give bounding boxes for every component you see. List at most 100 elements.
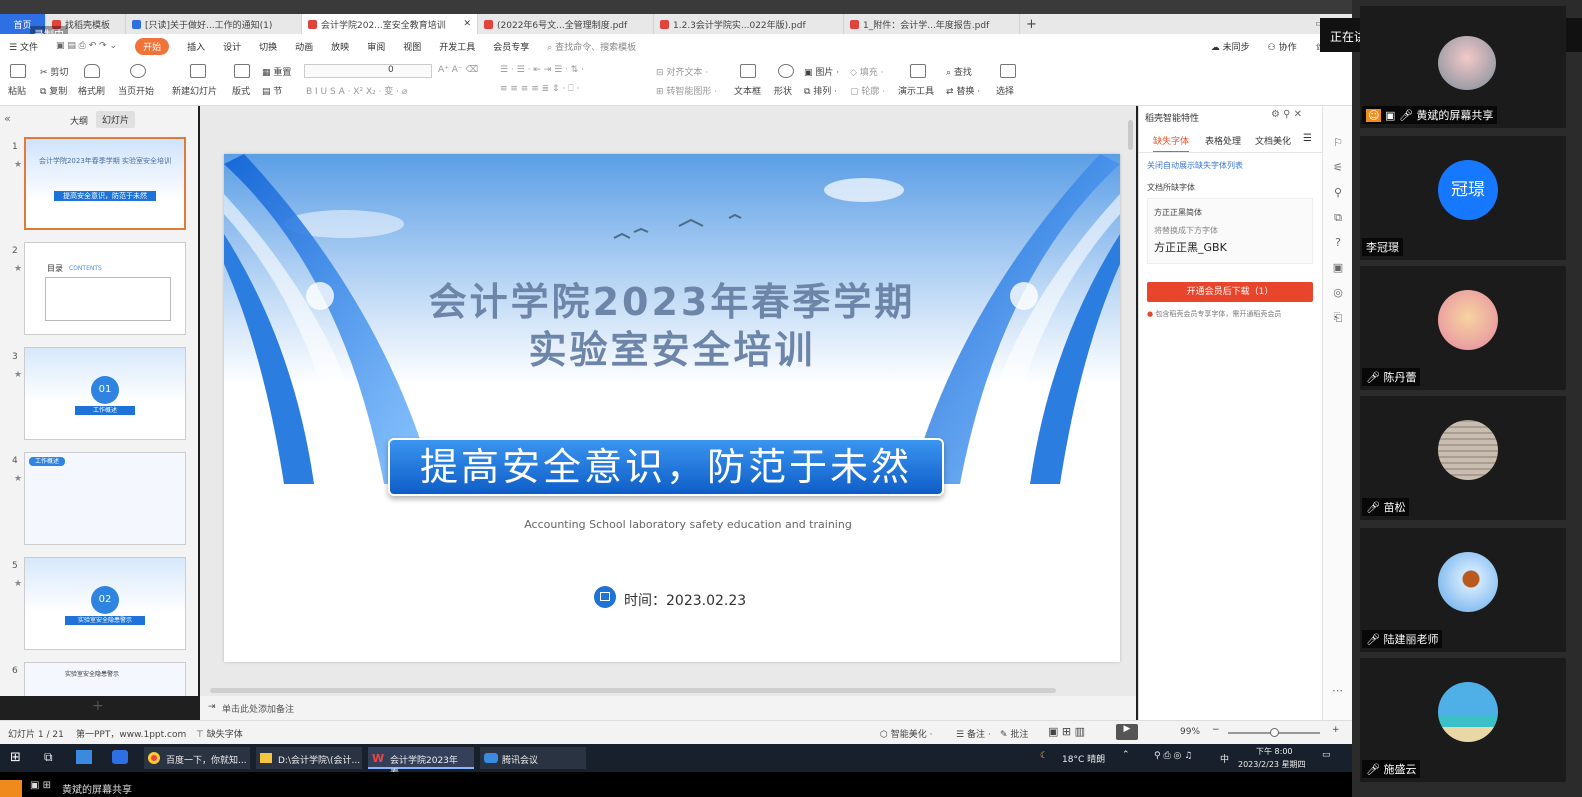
zoom-in-icon[interactable]: + [1332, 725, 1340, 735]
smart-beautify-button[interactable]: ⬡ 智能美化 · [880, 727, 932, 740]
slide-date[interactable]: 时间：2023.02.23 [624, 590, 746, 610]
menu-animation[interactable]: 动画 [295, 40, 313, 53]
tab-document-beautify[interactable]: 文档美化 [1255, 134, 1291, 147]
feishu-icon[interactable] [112, 750, 128, 764]
font-name-input[interactable] [304, 64, 432, 78]
play-slideshow-icon[interactable]: ▶ [1116, 724, 1138, 740]
cut-button[interactable]: ✂ 剪切 [40, 65, 68, 78]
hamburger-icon[interactable]: ☰ 文件 [9, 40, 38, 53]
list-icons[interactable]: ☰ · ☰ · ⇤ ⇥ ☰ · ⇅ · [500, 65, 584, 75]
tab-outline[interactable]: 大纲 [70, 114, 88, 127]
zoom-level[interactable]: 99% [1180, 727, 1200, 737]
clock-date[interactable]: 2023/2/23 星期四 [1238, 759, 1306, 770]
paragraph-align-icons[interactable]: ≡ ≡ ≡ ≡ ≣ ⇕ · ⎕ · [500, 84, 579, 94]
menu-view[interactable]: 视图 [403, 40, 421, 53]
align-text-button[interactable]: ⊟ 对齐文本 · [656, 65, 708, 78]
play-from-current-button[interactable]: 当页开始 [118, 84, 154, 97]
textbox-button[interactable]: 文本框 [734, 84, 761, 97]
taskbar-app-chrome[interactable]: 百度一下，你就知... [144, 747, 250, 769]
task-view-icon[interactable]: ⧉ [44, 750, 53, 765]
tab-notice-doc[interactable]: [只读]关于做好...工作的通知(1) [126, 14, 302, 34]
present-tools-button[interactable]: 演示工具 [898, 84, 934, 97]
thumbnail-slide-4[interactable]: 工作概述 [24, 452, 186, 545]
layout-button[interactable]: 版式 [232, 84, 250, 97]
format-painter-label[interactable]: 格式刷 [78, 84, 105, 97]
side-tool-icons[interactable]: ⚐ ⚟ ⚲ ⧉? ▣ ◎ ⎗ [1331, 130, 1345, 330]
thumbnail-slide-6[interactable]: 实验室安全隐患警示 [24, 662, 186, 696]
picture-button[interactable]: ▣ 图片 · [804, 65, 839, 78]
taskbar-app-folder[interactable]: D:\会计学院\(会计... [256, 747, 362, 769]
quick-access-icons[interactable]: ▣ ▤ ⎙ ↶ ↷ ⌄ [56, 41, 117, 51]
tab-pdf-management[interactable]: (2022年6号文...全管理制度.pdf [478, 14, 654, 34]
section-button[interactable]: ▤ 节 [262, 84, 282, 97]
collaborate-button[interactable]: ⚇ 协作 [1268, 40, 1297, 53]
menu-design[interactable]: 设计 [223, 40, 241, 53]
thumbnail-slide-3[interactable]: 01 工作概述 [24, 347, 186, 440]
panel-menu-icon[interactable]: ☰ [1303, 133, 1312, 144]
smartart-button[interactable]: ⊞ 转智能图形 · [656, 84, 717, 97]
member-download-button[interactable]: 开通会员后下载（1） [1147, 282, 1313, 302]
auto-show-toggle-link[interactable]: 关闭自动展示缺失字体列表 [1147, 160, 1243, 171]
font-size-adjust-icons[interactable]: A⁺ A⁻ ⌫ [438, 65, 478, 75]
thumbnail-slide-1[interactable]: 会计学院2023年春季学期 实验室安全培训 提高安全意识，防范于未然 [24, 137, 186, 230]
replace-button[interactable]: ⇄ 替换 · [946, 84, 980, 97]
taskbar-app-wps[interactable]: W会计学院2023年春... [368, 747, 474, 779]
select-cursor-icon[interactable] [1000, 64, 1016, 78]
slide-title[interactable]: 会计学院2023年春季学期 实验室安全培训 [224, 278, 1120, 374]
reset-button[interactable]: ▦ 重置 [262, 65, 291, 78]
weather-widget[interactable]: 18°C 晴朗 [1062, 752, 1105, 765]
outline-button[interactable]: ▢ 轮廓 · [850, 84, 885, 97]
tray-icons[interactable]: ⚲ ⎙ ◎ ♫ [1154, 751, 1192, 761]
panel-controls-icons[interactable]: ⚙ ⚲ ✕ [1271, 109, 1302, 120]
collapse-panel-icon[interactable]: « [4, 112, 11, 125]
view-mode-icons[interactable]: ▣ ⊞ ▥ [1048, 725, 1085, 738]
menu-slideshow[interactable]: 放映 [331, 40, 349, 53]
panel-title[interactable]: 稻壳智能特性 [1145, 111, 1199, 124]
share-controls-icons[interactable]: ▣ ⊞ [30, 780, 51, 791]
windows-start-icon[interactable]: ⊞ [10, 750, 21, 765]
zoom-out-icon[interactable]: − [1212, 725, 1220, 735]
ime-indicator[interactable]: 中 [1220, 752, 1229, 765]
thumbnail-slide-2[interactable]: 目录 CONTENTS [24, 242, 186, 335]
present-tools-icon[interactable] [910, 64, 926, 78]
shape-button[interactable]: 形状 [774, 84, 792, 97]
new-tab-button[interactable]: + [1020, 14, 1043, 34]
menu-transition[interactable]: 切换 [259, 40, 277, 53]
notification-icon[interactable]: ▭ [1322, 750, 1331, 760]
vertical-scrollbar[interactable] [1128, 120, 1133, 150]
paste-icon[interactable] [10, 64, 26, 78]
zoom-slider-thumb[interactable] [1270, 728, 1279, 737]
add-slide-button[interactable]: + [92, 698, 104, 714]
notes-area[interactable]: ⇥ 单击此处添加备注 [200, 696, 1136, 720]
thumbnail-slide-5[interactable]: 02 实验室安全隐患警示 [24, 557, 186, 650]
more-tools-icon[interactable]: ⋯ [1332, 684, 1343, 697]
slogan-banner[interactable]: 提高安全意识，防范于未然 [388, 438, 944, 496]
close-tab-icon[interactable]: ✕ [463, 19, 471, 29]
copy-button[interactable]: ⧉ 复制 [40, 84, 67, 97]
tab-missing-fonts[interactable]: 缺失字体 [1153, 134, 1190, 153]
tab-table-processing[interactable]: 表格处理 [1205, 134, 1241, 147]
tray-expand-icon[interactable]: ⌃ [1122, 750, 1130, 760]
clock-time[interactable]: 下午 8:00 [1256, 746, 1293, 757]
menu-start[interactable]: 开始 [135, 37, 170, 55]
layout-icon[interactable] [234, 64, 250, 78]
font-size-input[interactable]: 0 [388, 65, 394, 75]
taskbar-app-meeting[interactable]: 腾讯会议 [480, 747, 586, 769]
horizontal-scrollbar[interactable] [210, 688, 1056, 693]
missing-font-status[interactable]: ⊤ 缺失字体 [196, 727, 243, 740]
play-icon[interactable] [130, 64, 146, 78]
current-slide[interactable]: 会计学院2023年春季学期 实验室安全培训 提高安全意识，防范于未然 Accou… [224, 154, 1120, 662]
tab-pdf-report[interactable]: 1_附件：会计学...年度报告.pdf [844, 14, 1020, 34]
new-slide-icon[interactable] [190, 64, 206, 78]
select-button[interactable]: 选择 [996, 84, 1014, 97]
tab-slides[interactable]: 幻灯片 [96, 111, 136, 128]
textbox-icon[interactable] [740, 64, 756, 78]
explorer-icon[interactable] [76, 750, 92, 764]
menu-developer[interactable]: 开发工具 [439, 40, 475, 53]
notes-toggle-button[interactable]: ☰ 备注 · [956, 727, 991, 740]
fill-button[interactable]: ◇ 填充 · [850, 65, 884, 78]
paste-label[interactable]: 粘贴 [8, 84, 26, 97]
font-card[interactable]: 方正正黑简体 将替换成下方字体 方正正黑_GBK [1147, 198, 1313, 264]
find-button[interactable]: ⌕ 查找 [946, 65, 972, 78]
arrange-button[interactable]: ⧉ 排列 · [804, 84, 837, 97]
